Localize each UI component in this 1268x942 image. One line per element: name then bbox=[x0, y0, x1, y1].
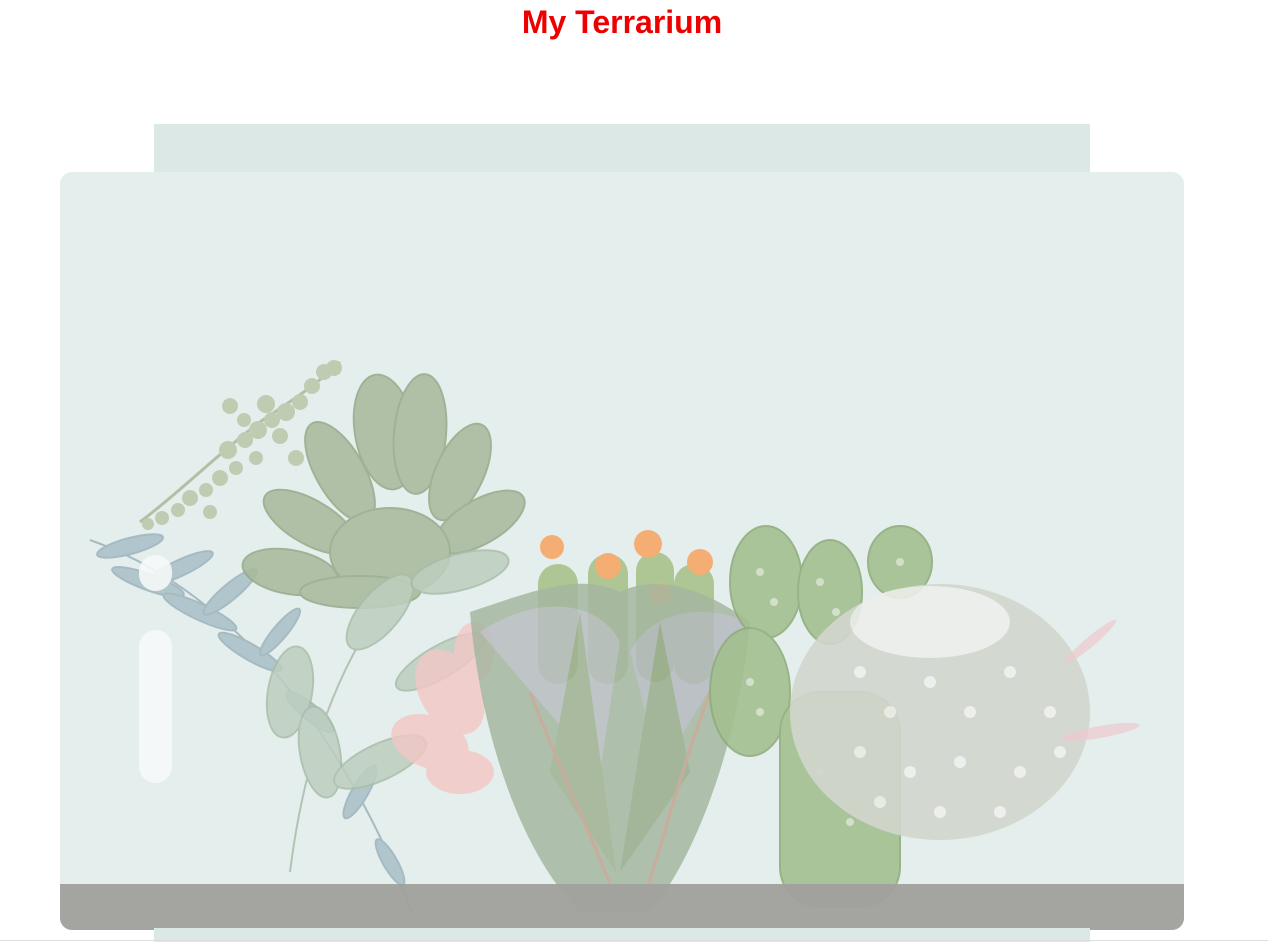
page-title: My Terrarium bbox=[521, 4, 723, 40]
dirt-layer bbox=[60, 884, 1184, 930]
glass-highlight-dot bbox=[139, 555, 172, 591]
jar-lid bbox=[154, 124, 1090, 172]
plants-layer bbox=[89, 360, 1140, 913]
page-bottom-border bbox=[0, 940, 1268, 941]
silver-aloe-succulent-plant[interactable] bbox=[470, 583, 750, 913]
white-ball-cactus-plant[interactable] bbox=[790, 584, 1140, 840]
terrarium-jar bbox=[60, 172, 1184, 930]
glass-highlight-bar bbox=[139, 630, 172, 783]
